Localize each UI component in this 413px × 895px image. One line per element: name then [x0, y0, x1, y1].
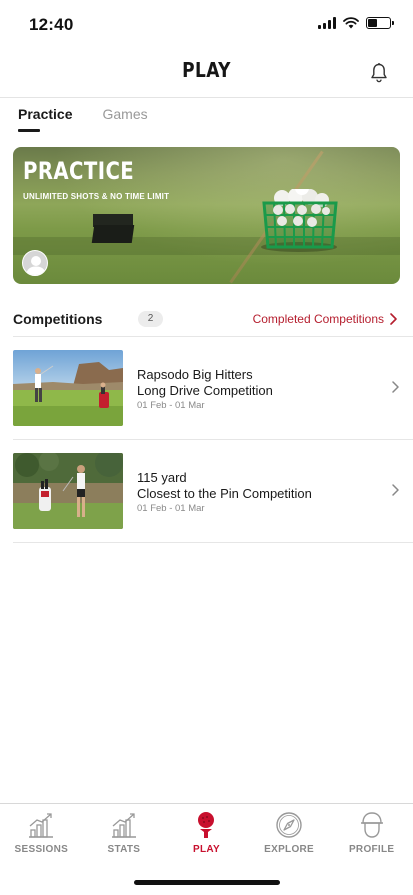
competitions-count-badge: 2 — [138, 311, 163, 327]
wifi-icon — [343, 17, 359, 29]
banner-title: PRACTICE — [23, 157, 135, 185]
cellular-signal-icon — [318, 17, 336, 29]
competitions-title: Competitions — [13, 311, 103, 327]
nav-explore[interactable]: EXPLORE — [248, 804, 331, 862]
nav-label: STATS — [107, 844, 141, 855]
ball-basket-image — [261, 189, 338, 252]
bell-icon[interactable] — [369, 62, 389, 84]
battery-icon — [366, 17, 394, 29]
divider — [13, 542, 413, 543]
nav-play[interactable]: PLAY — [165, 804, 248, 862]
header: PLAY — [0, 50, 413, 98]
competition-dates: 01 Feb - 01 Mar — [137, 503, 205, 514]
nav-label: PROFILE — [348, 844, 395, 855]
compass-icon — [276, 812, 302, 838]
competition-title-line2: Long Drive Competition — [137, 383, 273, 398]
competition-title-line1: Rapsodo Big Hitters — [137, 367, 253, 382]
golf-ball-tee-icon — [198, 812, 215, 838]
competition-title-line1: 115 yard — [137, 470, 187, 485]
page-title: PLAY — [182, 58, 231, 82]
nav-profile[interactable]: PROFILE — [330, 804, 413, 862]
chevron-right-icon — [392, 381, 399, 393]
nav-label: PLAY — [193, 844, 220, 855]
bar-chart-icon — [111, 813, 136, 838]
status-bar: 12:40 — [0, 0, 413, 50]
golfer-head-icon — [360, 812, 383, 838]
tab-practice[interactable]: Practice — [18, 106, 72, 132]
nav-stats[interactable]: STATS — [83, 804, 166, 862]
nav-sessions[interactable]: SESSIONS — [0, 804, 83, 862]
competition-dates: 01 Feb - 01 Mar — [137, 400, 205, 411]
closest-to-pin-thumbnail — [13, 453, 123, 529]
tab-bar: Practice Games — [18, 106, 148, 132]
nav-label: SESSIONS — [14, 844, 69, 855]
hitting-mat — [91, 225, 135, 243]
completed-competitions-link[interactable]: Completed Competitions — [253, 312, 384, 326]
status-icons — [318, 17, 394, 29]
banner-subtitle: UNLIMITED SHOTS & NO TIME LIMIT — [23, 192, 170, 201]
nav-label: EXPLORE — [264, 844, 315, 855]
bar-chart-icon — [29, 813, 54, 838]
divider — [13, 439, 413, 440]
chevron-right-icon — [392, 484, 399, 496]
status-time: 12:40 — [29, 15, 74, 34]
chevron-right-icon[interactable] — [388, 312, 398, 326]
practice-banner[interactable]: PRACTICE UNLIMITED SHOTS & NO TIME LIMIT — [13, 147, 400, 284]
home-indicator — [134, 880, 280, 885]
competitions-header: Competitions 2 Completed Competitions — [13, 306, 400, 334]
user-icon[interactable] — [22, 250, 48, 276]
tab-games[interactable]: Games — [102, 106, 147, 132]
competition-title-line2: Closest to the Pin Competition — [137, 486, 312, 501]
divider — [13, 336, 413, 337]
long-drive-thumbnail — [13, 350, 123, 426]
bottom-nav: SESSIONS STATS PLAY EXPLORE PROFILE — [0, 803, 413, 861]
